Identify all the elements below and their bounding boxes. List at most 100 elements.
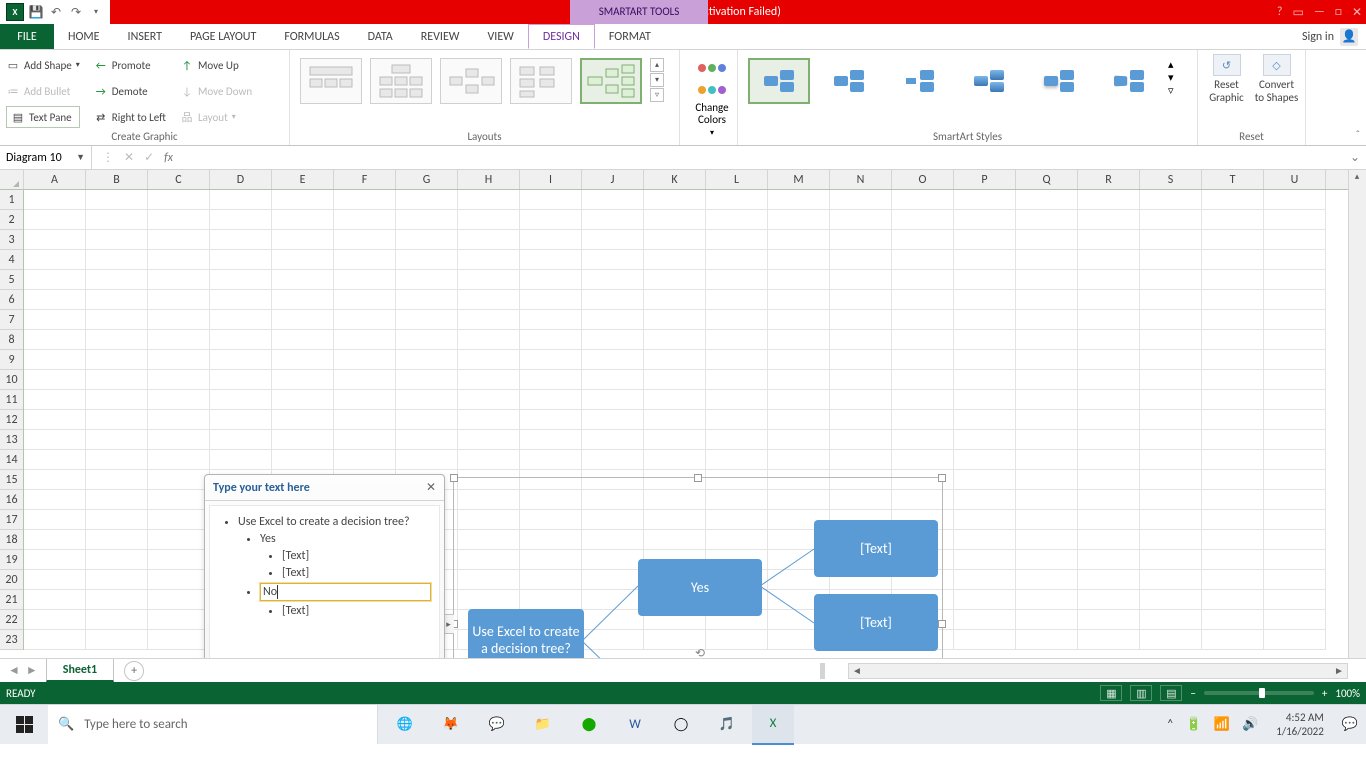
cell[interactable] — [1264, 610, 1326, 630]
cell[interactable] — [210, 250, 272, 270]
row-headers[interactable]: 1234567891011121314151617181920212223 — [0, 190, 24, 650]
add-sheet-button[interactable]: + — [124, 661, 144, 681]
cell[interactable] — [1140, 270, 1202, 290]
cell[interactable] — [334, 450, 396, 470]
cell[interactable] — [830, 210, 892, 230]
cell[interactable] — [830, 290, 892, 310]
cell[interactable] — [272, 210, 334, 230]
cell[interactable] — [644, 350, 706, 370]
cell[interactable] — [1078, 410, 1140, 430]
cell[interactable] — [1140, 590, 1202, 610]
cell[interactable] — [1078, 390, 1140, 410]
cell[interactable] — [520, 350, 582, 370]
horizontal-scrollbar[interactable]: ◄ ► — [848, 663, 1348, 679]
cell[interactable] — [1078, 370, 1140, 390]
cell[interactable] — [210, 270, 272, 290]
cell[interactable] — [520, 210, 582, 230]
cell[interactable] — [396, 190, 458, 210]
scroll-right-icon[interactable]: ► — [1331, 664, 1347, 678]
cell[interactable] — [458, 350, 520, 370]
cell[interactable] — [148, 290, 210, 310]
cell[interactable] — [1202, 570, 1264, 590]
resize-handle[interactable] — [694, 474, 702, 482]
cell[interactable] — [1140, 570, 1202, 590]
cell[interactable] — [86, 430, 148, 450]
taskbar-chrome-icon[interactable]: 🌐 — [384, 705, 426, 745]
cell[interactable] — [644, 310, 706, 330]
cell[interactable] — [520, 450, 582, 470]
tab-file[interactable]: FILE — [0, 24, 54, 49]
scroll-down-icon[interactable]: ▾ — [650, 73, 664, 87]
reset-graphic-button[interactable]: ↺ Reset Graphic — [1205, 54, 1249, 104]
cell[interactable] — [334, 390, 396, 410]
cell[interactable] — [954, 250, 1016, 270]
row-header[interactable]: 20 — [0, 570, 23, 590]
cell[interactable] — [954, 470, 1016, 490]
cell[interactable] — [520, 430, 582, 450]
cell[interactable] — [954, 190, 1016, 210]
cell[interactable] — [1140, 630, 1202, 650]
column-header[interactable]: B — [86, 170, 148, 189]
minimize-icon[interactable]: — — [1314, 5, 1325, 20]
cell[interactable] — [520, 410, 582, 430]
cell[interactable] — [458, 450, 520, 470]
cell[interactable] — [1264, 530, 1326, 550]
cell[interactable] — [334, 250, 396, 270]
cell[interactable] — [830, 310, 892, 330]
cell[interactable] — [582, 370, 644, 390]
cell[interactable] — [644, 450, 706, 470]
cell[interactable] — [892, 430, 954, 450]
scroll-up-icon[interactable]: ▴ — [1168, 58, 1174, 71]
cell[interactable] — [954, 570, 1016, 590]
taskbar-excel-icon[interactable]: X — [752, 705, 794, 745]
column-header[interactable]: D — [210, 170, 272, 189]
cell[interactable] — [148, 410, 210, 430]
cell[interactable] — [86, 370, 148, 390]
cell[interactable] — [148, 210, 210, 230]
cell[interactable] — [892, 350, 954, 370]
cell[interactable] — [396, 250, 458, 270]
cell[interactable] — [458, 330, 520, 350]
undo-icon[interactable]: ↶ — [48, 4, 64, 20]
cell[interactable] — [1202, 530, 1264, 550]
cell[interactable] — [396, 410, 458, 430]
zoom-level[interactable]: 100% — [1335, 687, 1360, 700]
cell[interactable] — [86, 450, 148, 470]
cell[interactable] — [1264, 210, 1326, 230]
change-colors-button[interactable]: Change Colors ▾ — [686, 54, 738, 142]
cell[interactable] — [1202, 410, 1264, 430]
column-header[interactable]: R — [1078, 170, 1140, 189]
cell[interactable] — [272, 450, 334, 470]
cell[interactable] — [24, 330, 86, 350]
cell[interactable] — [86, 530, 148, 550]
cell[interactable] — [1202, 190, 1264, 210]
cell[interactable] — [706, 290, 768, 310]
ribbon-display-icon[interactable]: ▭ — [1292, 5, 1303, 20]
smartart-node-yes[interactable]: Yes — [638, 559, 762, 616]
row-header[interactable]: 17 — [0, 510, 23, 530]
cell[interactable] — [24, 470, 86, 490]
cell[interactable] — [86, 630, 148, 650]
name-box[interactable]: Diagram 10 ▼ — [0, 146, 92, 169]
cell[interactable] — [148, 430, 210, 450]
cell[interactable] — [210, 330, 272, 350]
text-pane-item-placeholder[interactable]: [Text] — [282, 549, 431, 563]
cell[interactable] — [396, 450, 458, 470]
cell[interactable] — [1078, 450, 1140, 470]
sheet-nav-prev-icon[interactable]: ◄ — [8, 663, 20, 678]
cell[interactable] — [644, 290, 706, 310]
cell[interactable] — [830, 350, 892, 370]
cell[interactable] — [334, 230, 396, 250]
cell[interactable] — [24, 290, 86, 310]
cell[interactable] — [1264, 430, 1326, 450]
cell[interactable] — [458, 270, 520, 290]
column-header[interactable]: A — [24, 170, 86, 189]
cell[interactable] — [582, 310, 644, 330]
cell[interactable] — [24, 590, 86, 610]
text-pane-item-yes[interactable]: Yes [Text] [Text] — [260, 532, 431, 580]
cell[interactable] — [86, 510, 148, 530]
text-pane-item-root[interactable]: Use Excel to create a decision tree? Yes… — [238, 515, 431, 618]
row-header[interactable]: 3 — [0, 230, 23, 250]
gallery-more-icon[interactable]: ▿ — [650, 88, 664, 102]
column-header[interactable]: L — [706, 170, 768, 189]
